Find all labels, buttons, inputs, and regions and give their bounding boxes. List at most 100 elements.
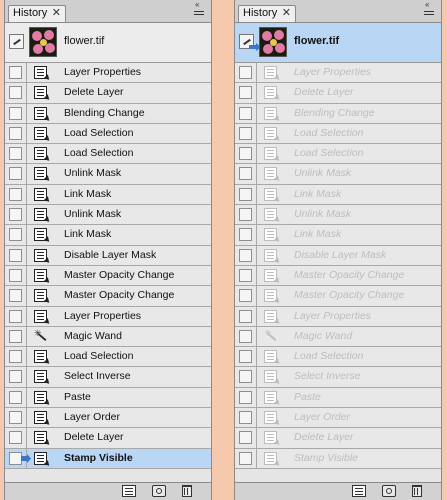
history-brush-source-checkbox[interactable] [239,370,252,384]
history-state-row[interactable]: Delete Layer [5,428,211,449]
history-state-row[interactable]: ✳ Magic Wand [5,326,211,348]
new-document-from-state-icon[interactable] [122,485,136,497]
history-brush-source-checkbox[interactable] [239,187,252,201]
delete-state-icon[interactable] [412,485,422,497]
collapse-icon[interactable]: « [195,0,199,9]
history-state-row[interactable]: Master Opacity Change [5,265,211,287]
history-brush-source-checkbox[interactable] [9,187,22,201]
history-brush-source-checkbox[interactable] [239,86,252,100]
tab-history[interactable]: History ✕ [8,5,66,22]
history-brush-source-checkbox[interactable] [9,431,22,445]
history-brush-source-checkbox[interactable] [9,66,22,79]
history-brush-source-checkbox[interactable] [239,66,252,79]
history-state-row[interactable]: Disable Layer Mask [5,245,211,266]
history-state-row[interactable]: Load Selection [235,123,441,145]
snapshot-row[interactable]: flower.tif [235,23,441,63]
history-state-row[interactable]: Load Selection [235,347,441,368]
history-brush-source-checkbox[interactable] [9,350,22,364]
history-brush-source-checkbox[interactable] [239,350,252,364]
history-state-row[interactable]: Unlink Mask [5,164,211,185]
tab-history[interactable]: History ✕ [238,5,296,22]
history-state-row[interactable]: Delete Layer [5,83,211,104]
history-state-row[interactable]: Layer Order [235,408,441,429]
collapse-icon[interactable]: « [425,0,429,9]
history-state-row[interactable]: Unlink Mask [235,205,441,226]
history-brush-source-checkbox[interactable] [9,329,22,343]
history-brush-source-checkbox[interactable] [9,370,22,384]
history-state-row[interactable]: Link Mask [235,184,441,206]
history-state-row[interactable]: Unlink Mask [5,205,211,226]
history-state-row[interactable]: Load Selection [5,347,211,368]
history-brush-source-checkbox[interactable] [239,208,252,222]
history-brush-source-checkbox[interactable] [239,431,252,445]
history-brush-source-checkbox[interactable] [239,147,252,161]
panel-menu-button[interactable]: « [423,0,437,18]
history-state-row[interactable]: Select Inverse [235,367,441,388]
history-brush-source-checkbox[interactable] [9,106,22,120]
history-state-row[interactable]: Disable Layer Mask [235,245,441,266]
history-brush-source-checkbox[interactable] [9,268,22,282]
history-state-row[interactable]: Blending Change [235,103,441,124]
history-state-row[interactable]: Unlink Mask [235,164,441,185]
history-brush-source-checkbox[interactable] [9,86,22,100]
history-brush-source-checkbox[interactable] [239,126,252,140]
history-brush-source-checkbox[interactable] [9,289,22,303]
history-state-row[interactable]: Load Selection [5,123,211,145]
history-brush-source-checkbox[interactable] [9,147,22,161]
close-icon[interactable]: ✕ [52,6,61,21]
history-brush-source-checkbox[interactable] [239,228,252,242]
history-state-row[interactable]: Stamp Visible [5,448,211,469]
history-state-row[interactable]: Blending Change [5,103,211,124]
panel-menu-icon[interactable] [424,11,434,17]
history-state-row[interactable]: Layer Order [5,408,211,429]
history-brush-source-checkbox[interactable] [239,167,252,181]
history-brush-source-checkbox[interactable] [239,289,252,303]
history-brush-source-checkbox[interactable] [9,248,22,262]
history-state-row[interactable]: Layer Properties [5,63,211,84]
history-state-row[interactable]: Layer Properties [5,306,211,327]
history-state-row[interactable]: Link Mask [5,225,211,246]
panel-menu-icon[interactable] [194,11,204,17]
history-brush-source-checkbox[interactable] [239,106,252,120]
new-document-from-state-icon[interactable] [352,485,366,497]
history-state-row[interactable]: Master Opacity Change [235,265,441,287]
history-state-row[interactable]: Layer Properties [235,63,441,84]
history-state-row[interactable]: Paste [235,387,441,409]
history-state-row[interactable]: Link Mask [5,184,211,206]
history-brush-source-checkbox[interactable] [239,248,252,262]
history-brush-source-checkbox[interactable] [239,329,252,343]
history-state-row[interactable]: Master Opacity Change [5,286,211,307]
history-brush-source-checkbox[interactable] [9,126,22,140]
delete-state-icon[interactable] [182,485,192,497]
history-state-row[interactable]: Master Opacity Change [235,286,441,307]
history-state-row[interactable]: ✳ Magic Wand [235,326,441,348]
create-snapshot-icon[interactable] [152,485,166,497]
panel-menu-button[interactable]: « [193,0,207,18]
history-state-row[interactable]: Layer Properties [235,306,441,327]
history-state-row[interactable]: Load Selection [235,144,441,165]
history-state-row[interactable]: Link Mask [235,225,441,246]
history-state-row[interactable]: Load Selection [5,144,211,165]
history-state-icon [34,147,52,164]
history-brush-source-checkbox[interactable] [239,451,252,465]
snapshot-row[interactable]: flower.tif [5,23,211,63]
history-brush-source-icon[interactable] [9,34,24,49]
history-brush-source-checkbox[interactable] [239,390,252,404]
history-state-row[interactable]: Delete Layer [235,83,441,104]
close-icon[interactable]: ✕ [282,6,291,21]
history-brush-source-checkbox[interactable] [9,208,22,222]
history-brush-source-checkbox[interactable] [239,411,252,425]
history-brush-source-checkbox[interactable] [9,411,22,425]
history-brush-source-checkbox[interactable] [9,390,22,404]
history-state-row[interactable]: Stamp Visible [235,448,441,469]
history-brush-source-checkbox[interactable] [239,268,252,282]
history-brush-source-checkbox[interactable] [239,309,252,323]
history-state-row[interactable]: Delete Layer [235,428,441,449]
history-brush-source-checkbox[interactable] [9,228,22,242]
history-state-row[interactable]: Paste [5,387,211,409]
history-state-row[interactable]: Select Inverse [5,367,211,388]
column-divider [256,387,257,408]
history-brush-source-checkbox[interactable] [9,309,22,323]
create-snapshot-icon[interactable] [382,485,396,497]
history-brush-source-checkbox[interactable] [9,167,22,181]
